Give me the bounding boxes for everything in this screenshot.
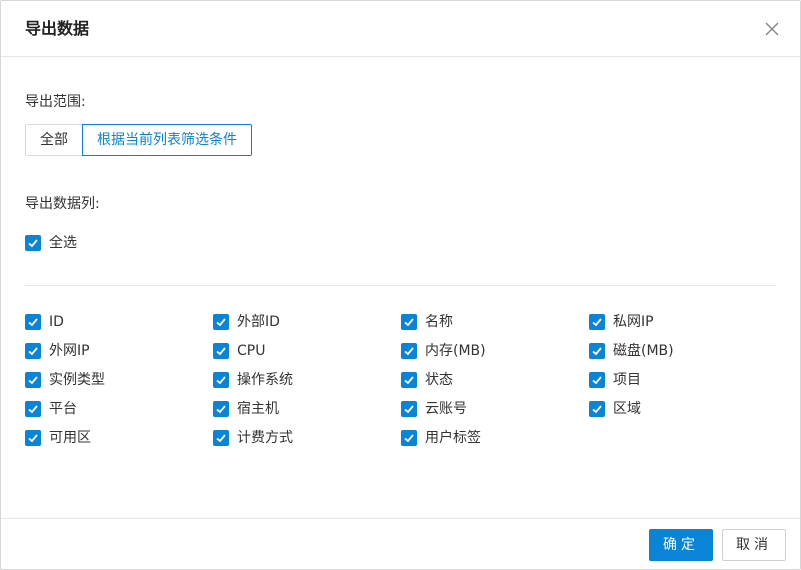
checkbox-checked-icon bbox=[213, 401, 229, 417]
export-data-dialog: 导出数据 导出范围: 全部 根据当前列表筛选条件 导出数据列: 全选 ID 外部I… bbox=[0, 0, 801, 570]
column-checkbox[interactable]: 操作系统 bbox=[213, 370, 401, 390]
column-checkbox-label: 用户标签 bbox=[425, 430, 481, 446]
column-checkbox-label: 状态 bbox=[425, 372, 453, 388]
column-checkbox[interactable]: 计费方式 bbox=[213, 428, 401, 448]
column-checkbox-label: 名称 bbox=[425, 314, 453, 330]
column-checkbox[interactable]: 宿主机 bbox=[213, 399, 401, 419]
checkbox-checked-icon bbox=[25, 314, 41, 330]
column-checkbox[interactable]: 实例类型 bbox=[25, 370, 213, 390]
checkbox-checked-icon bbox=[401, 343, 417, 359]
column-checkbox[interactable]: 平台 bbox=[25, 399, 213, 419]
column-checkbox-label: CPU bbox=[237, 343, 266, 359]
range-option-all[interactable]: 全部 bbox=[25, 124, 82, 156]
column-checkbox[interactable]: 可用区 bbox=[25, 428, 213, 448]
checkbox-checked-icon bbox=[25, 343, 41, 359]
column-checkbox-label: 外网IP bbox=[49, 343, 90, 359]
export-range-selector: 全部 根据当前列表筛选条件 bbox=[25, 124, 252, 156]
column-checkbox[interactable]: 用户标签 bbox=[401, 428, 589, 448]
column-checkbox-label: 项目 bbox=[613, 372, 641, 388]
checkbox-checked-icon bbox=[401, 314, 417, 330]
column-checkbox-label: 可用区 bbox=[49, 430, 91, 446]
checkbox-checked-icon bbox=[589, 314, 605, 330]
column-checkbox-label: 内存(MB) bbox=[425, 343, 486, 359]
checkbox-checked-icon bbox=[25, 235, 41, 251]
checkbox-checked-icon bbox=[213, 430, 229, 446]
checkbox-checked-icon bbox=[25, 401, 41, 417]
checkbox-checked-icon bbox=[25, 430, 41, 446]
column-checkbox[interactable]: 云账号 bbox=[401, 399, 589, 419]
column-checkbox-label: 操作系统 bbox=[237, 372, 293, 388]
checkbox-checked-icon bbox=[589, 343, 605, 359]
column-checkbox[interactable]: 项目 bbox=[589, 370, 777, 390]
cancel-button[interactable]: 取消 bbox=[722, 529, 786, 561]
column-checkbox-label: 区域 bbox=[613, 401, 641, 417]
checkbox-checked-icon bbox=[589, 401, 605, 417]
confirm-button[interactable]: 确定 bbox=[649, 529, 713, 561]
column-checkbox-label: 磁盘(MB) bbox=[613, 343, 674, 359]
checkbox-checked-icon bbox=[25, 372, 41, 388]
export-range-label: 导出范围: bbox=[25, 94, 86, 110]
column-checkbox[interactable]: 外网IP bbox=[25, 341, 213, 361]
close-button[interactable] bbox=[762, 19, 782, 39]
column-checkbox-label: 平台 bbox=[49, 401, 77, 417]
select-all-checkbox[interactable]: 全选 bbox=[25, 233, 77, 253]
dialog-body: 导出范围: 全部 根据当前列表筛选条件 导出数据列: 全选 ID 外部ID 名称 私网… bbox=[1, 57, 800, 519]
column-checkbox[interactable]: 磁盘(MB) bbox=[589, 341, 777, 361]
column-checkbox-label: 私网IP bbox=[613, 314, 654, 330]
column-checkbox[interactable]: 私网IP bbox=[589, 312, 777, 332]
column-checkbox[interactable]: 名称 bbox=[401, 312, 589, 332]
column-checkbox-label: 云账号 bbox=[425, 401, 467, 417]
column-checkbox-label: 实例类型 bbox=[49, 372, 105, 388]
checkbox-checked-icon bbox=[401, 372, 417, 388]
checkbox-checked-icon bbox=[213, 343, 229, 359]
range-option-filtered[interactable]: 根据当前列表筛选条件 bbox=[82, 124, 252, 156]
dialog-header: 导出数据 bbox=[1, 1, 800, 57]
divider bbox=[25, 285, 776, 286]
checkbox-checked-icon bbox=[401, 401, 417, 417]
column-checkbox[interactable]: 区域 bbox=[589, 399, 777, 419]
column-checkbox-grid: ID 外部ID 名称 私网IP 外网IP CPU 内存(MB) 磁盘(MB) 实例类型 操作系统 状… bbox=[25, 312, 777, 457]
column-checkbox[interactable]: 外部ID bbox=[213, 312, 401, 332]
column-checkbox-label: ID bbox=[49, 314, 64, 330]
column-checkbox-label: 宿主机 bbox=[237, 401, 279, 417]
dialog-title: 导出数据 bbox=[25, 19, 90, 38]
export-columns-label: 导出数据列: bbox=[25, 196, 100, 212]
checkbox-checked-icon bbox=[213, 314, 229, 330]
column-checkbox[interactable]: 内存(MB) bbox=[401, 341, 589, 361]
checkbox-checked-icon bbox=[213, 372, 229, 388]
column-checkbox[interactable]: CPU bbox=[213, 341, 401, 361]
checkbox-checked-icon bbox=[401, 430, 417, 446]
column-checkbox-label: 外部ID bbox=[237, 314, 280, 330]
column-checkbox[interactable]: 状态 bbox=[401, 370, 589, 390]
close-icon bbox=[765, 22, 779, 36]
dialog-footer: 确定 取消 bbox=[1, 518, 800, 569]
select-all-label: 全选 bbox=[49, 235, 77, 251]
column-checkbox-label: 计费方式 bbox=[237, 430, 293, 446]
checkbox-checked-icon bbox=[589, 372, 605, 388]
column-checkbox[interactable]: ID bbox=[25, 312, 213, 332]
